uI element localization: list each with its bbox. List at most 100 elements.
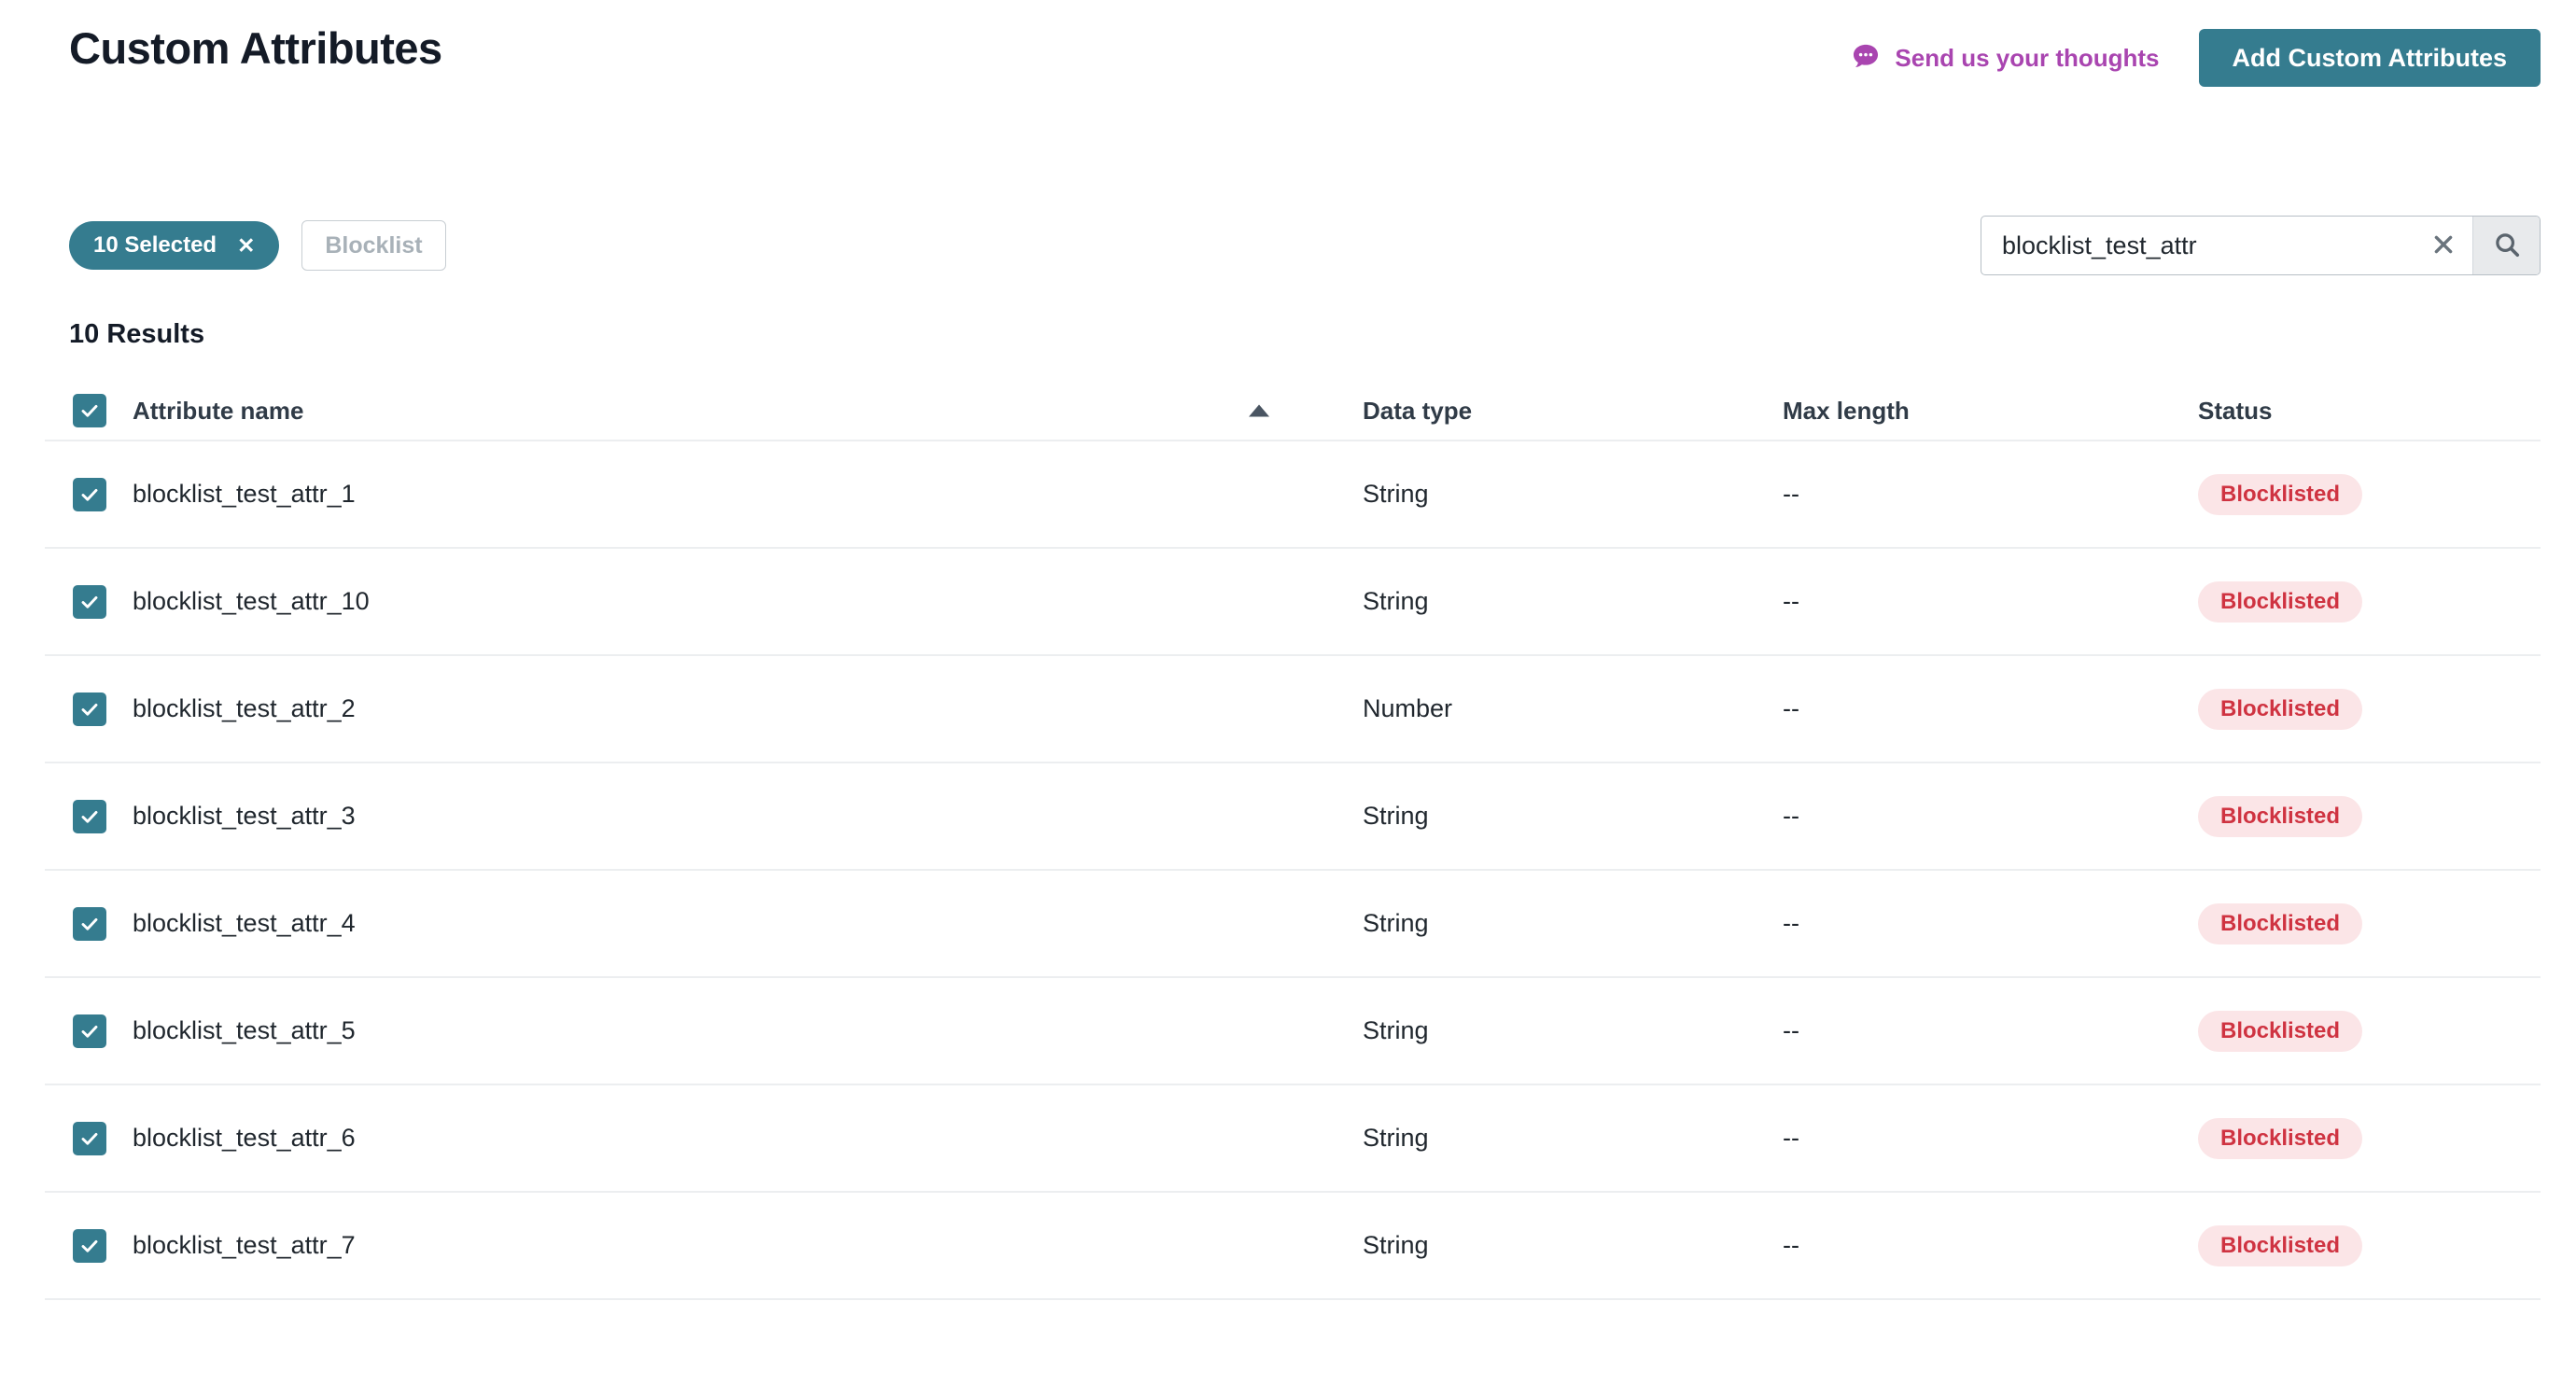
status-badge: Blocklisted [2198,1117,2363,1159]
row-max-length-cell: -- [1783,802,2198,831]
search-submit-button[interactable] [2472,217,2540,274]
data-type-label: Number [1363,694,1453,722]
table-row[interactable]: blocklist_test_attr_5 String -- Blocklisted [45,978,2541,1085]
table-row[interactable]: blocklist_test_attr_6 String -- Blocklisted [45,1085,2541,1193]
row-name-cell: blocklist_test_attr_5 [45,1014,1363,1048]
row-status-cell: Blocklisted [2198,902,2541,944]
column-data-type[interactable]: Data type [1363,397,1783,426]
speech-bubble-icon [1850,42,1882,74]
column-header-data-type: Data type [1363,396,1473,425]
row-status-cell: Blocklisted [2198,1010,2541,1052]
table-row[interactable]: blocklist_test_attr_10 String -- Blockliste… [45,549,2541,656]
clear-search-button[interactable] [2415,217,2472,274]
row-data-type-cell: String [1363,1231,1783,1260]
close-icon [2431,232,2456,259]
row-status-cell: Blocklisted [2198,473,2541,515]
row-name-cell: blocklist_test_attr_6 [45,1121,1363,1155]
row-name-cell: blocklist_test_attr_3 [45,799,1363,833]
status-badge: Blocklisted [2198,795,2363,837]
attribute-name-label: blocklist_test_attr_10 [133,587,370,615]
column-status[interactable]: Status [2198,397,2541,426]
search-icon [2493,231,2521,261]
data-type-label: String [1363,1124,1429,1152]
column-max-length[interactable]: Max length [1783,397,2198,426]
filter-toolbar: 10 Selected ✕ Blocklist [0,213,2576,278]
row-status-cell: Blocklisted [2198,795,2541,837]
data-type-label: String [1363,480,1429,508]
row-data-type-cell: String [1363,587,1783,616]
row-max-length-cell: -- [1783,1124,2198,1153]
row-data-type-cell: Number [1363,694,1783,723]
row-data-type-cell: String [1363,802,1783,831]
data-type-label: String [1363,802,1429,830]
row-name-cell: blocklist_test_attr_2 [45,692,1363,726]
row-max-length-cell: -- [1783,1016,2198,1045]
max-length-label: -- [1783,1124,1799,1152]
attributes-table: Attribute name Data type Max length Stat… [0,382,2576,1300]
selected-count-label: 10 Selected [93,232,217,258]
row-checkbox[interactable] [73,1228,106,1263]
status-badge: Blocklisted [2198,1224,2363,1266]
selected-count-chip[interactable]: 10 Selected ✕ [69,221,280,270]
send-feedback-link[interactable]: Send us your thoughts [1850,42,2160,74]
attribute-name-label: blocklist_test_attr_5 [133,1016,356,1044]
results-count: 10 Results [69,319,205,349]
row-checkbox[interactable] [73,906,106,941]
max-length-label: -- [1783,1016,1799,1044]
max-length-label: -- [1783,587,1799,615]
data-type-label: String [1363,909,1429,937]
row-data-type-cell: String [1363,909,1783,938]
row-max-length-cell: -- [1783,909,2198,938]
attribute-name-label: blocklist_test_attr_3 [133,802,356,830]
add-custom-attributes-button[interactable]: Add Custom Attributes [2198,29,2541,87]
select-all-checkbox[interactable] [73,394,106,427]
max-length-label: -- [1783,694,1799,722]
row-data-type-cell: String [1363,1124,1783,1153]
row-status-cell: Blocklisted [2198,1224,2541,1266]
row-data-type-cell: String [1363,480,1783,509]
row-data-type-cell: String [1363,1016,1783,1045]
search-input[interactable] [1981,217,2415,274]
blocklist-button[interactable]: Blocklist [301,220,446,271]
max-length-label: -- [1783,802,1799,830]
row-checkbox[interactable] [73,1014,106,1048]
data-type-label: String [1363,587,1429,615]
row-checkbox[interactable] [73,799,106,833]
status-badge: Blocklisted [2198,902,2363,944]
row-max-length-cell: -- [1783,480,2198,509]
attribute-name-label: blocklist_test_attr_6 [133,1124,356,1152]
row-status-cell: Blocklisted [2198,688,2541,730]
row-checkbox[interactable] [73,692,106,726]
status-badge: Blocklisted [2198,1010,2363,1052]
caret-up-icon[interactable] [1249,404,1269,417]
row-checkbox[interactable] [73,1121,106,1155]
column-attribute-name[interactable]: Attribute name [45,394,1363,427]
table-row[interactable]: blocklist_test_attr_1 String -- Blocklisted [45,441,2541,549]
attribute-name-label: blocklist_test_attr_7 [133,1231,356,1259]
table-row[interactable]: blocklist_test_attr_4 String -- Blocklisted [45,871,2541,978]
table-row[interactable]: blocklist_test_attr_3 String -- Blocklisted [45,763,2541,871]
column-header-max-length: Max length [1783,396,1910,425]
max-length-label: -- [1783,909,1799,937]
row-status-cell: Blocklisted [2198,1117,2541,1159]
status-badge: Blocklisted [2198,688,2363,730]
table-row[interactable]: blocklist_test_attr_7 String -- Blocklisted [45,1193,2541,1300]
header-actions: Send us your thoughts Add Custom Attribu… [1850,29,2541,87]
row-name-cell: blocklist_test_attr_1 [45,477,1363,511]
table-row[interactable]: blocklist_test_attr_2 Number -- Blocklisted [45,656,2541,763]
search-box [1981,216,2541,275]
status-badge: Blocklisted [2198,473,2363,515]
attribute-name-label: blocklist_test_attr_1 [133,480,356,508]
attribute-name-label: blocklist_test_attr_4 [133,909,356,937]
max-length-label: -- [1783,480,1799,508]
status-badge: Blocklisted [2198,581,2363,623]
row-checkbox[interactable] [73,477,106,511]
data-type-label: String [1363,1016,1429,1044]
filter-chips: 10 Selected ✕ Blocklist [69,220,446,271]
close-icon[interactable]: ✕ [237,234,255,257]
attribute-name-label: blocklist_test_attr_2 [133,694,356,722]
row-checkbox[interactable] [73,584,106,619]
row-name-cell: blocklist_test_attr_7 [45,1228,1363,1263]
column-header-status: Status [2198,396,2273,425]
table-body: blocklist_test_attr_1 String -- Blocklisted… [45,441,2541,1300]
